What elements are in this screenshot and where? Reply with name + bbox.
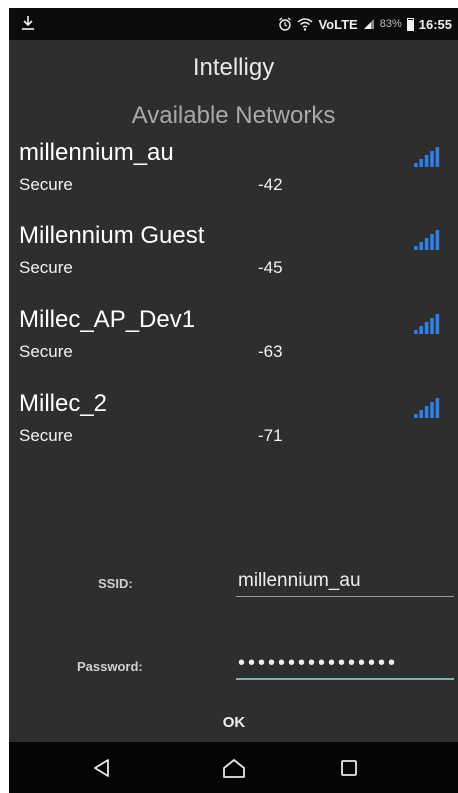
- download-icon: [22, 16, 34, 30]
- alarm-icon: [279, 17, 292, 31]
- network-rssi: -42: [258, 175, 283, 194]
- wifi-signal-icon: [414, 147, 440, 167]
- network-security: Secure: [19, 342, 73, 361]
- network-ssid: Millec_2: [19, 390, 108, 417]
- wifi-calling-icon: [298, 18, 313, 31]
- network-ssid: Millennium Guest: [19, 222, 205, 249]
- signal-bar: [419, 242, 423, 250]
- ssid-input[interactable]: [236, 565, 454, 597]
- volte-icon: VoLTE: [318, 16, 358, 32]
- signal-bar: [430, 318, 434, 334]
- navigation-bar: [9, 742, 458, 793]
- cell-signal-icon: [363, 19, 374, 29]
- signal-bar: [424, 238, 429, 250]
- ok-button[interactable]: OK: [209, 708, 259, 736]
- network-rssi: -45: [258, 258, 283, 277]
- wifi-signal-icon: [414, 230, 440, 250]
- signal-bar: [424, 322, 429, 334]
- signal-bar: [419, 410, 423, 418]
- wifi-signal-icon: [414, 314, 440, 334]
- signal-bar: [414, 330, 418, 334]
- signal-bar: [430, 151, 434, 167]
- home-icon: [223, 759, 245, 778]
- battery-percent: 83%: [379, 18, 402, 30]
- network-item[interactable]: Millec_AP_Dev1 Secure -63: [19, 306, 449, 376]
- signal-bar: [414, 246, 418, 250]
- recents-button[interactable]: [329, 751, 369, 785]
- home-button[interactable]: [214, 751, 254, 785]
- network-security: Secure: [19, 426, 73, 445]
- network-security: Secure: [19, 258, 73, 277]
- signal-bar: [419, 159, 423, 167]
- signal-bar: [414, 163, 418, 167]
- signal-bar: [424, 155, 429, 167]
- recents-icon: [341, 760, 357, 776]
- battery-icon: [406, 17, 414, 31]
- wifi-signal-icon: [414, 398, 440, 418]
- signal-bar: [435, 230, 440, 250]
- status-time: 16:55: [418, 16, 452, 32]
- password-input[interactable]: [236, 648, 454, 680]
- phone-screen: VoLTE 83% 16:55 Intelligy Available Netw…: [9, 8, 458, 793]
- signal-bar: [414, 414, 418, 418]
- signal-bar: [419, 326, 423, 334]
- network-rssi: -71: [258, 426, 283, 445]
- network-ssid: Millec_AP_Dev1: [19, 306, 196, 333]
- password-label: Password:: [77, 659, 143, 674]
- signal-bar: [424, 406, 429, 418]
- network-item[interactable]: Millec_2 Secure -71: [19, 390, 449, 460]
- back-icon: [94, 759, 109, 777]
- network-item[interactable]: millennium_au Secure -42: [19, 139, 449, 209]
- status-icons: VoLTE 83% 16:55: [278, 8, 452, 40]
- signal-bar: [435, 398, 440, 418]
- signal-bar: [430, 234, 434, 250]
- network-item[interactable]: Millennium Guest Secure -45: [19, 222, 449, 292]
- network-security: Secure: [19, 175, 73, 194]
- network-rssi: -63: [258, 342, 283, 361]
- signal-bar: [435, 147, 440, 167]
- back-button[interactable]: [82, 751, 122, 785]
- available-networks-heading: Available Networks: [131, 102, 336, 129]
- status-bar: VoLTE 83% 16:55: [9, 8, 458, 40]
- signal-bar: [435, 314, 440, 334]
- ssid-label: SSID:: [98, 576, 133, 591]
- signal-bar: [430, 402, 434, 418]
- app-title: Intelligy: [192, 54, 275, 81]
- network-ssid: millennium_au: [19, 139, 174, 166]
